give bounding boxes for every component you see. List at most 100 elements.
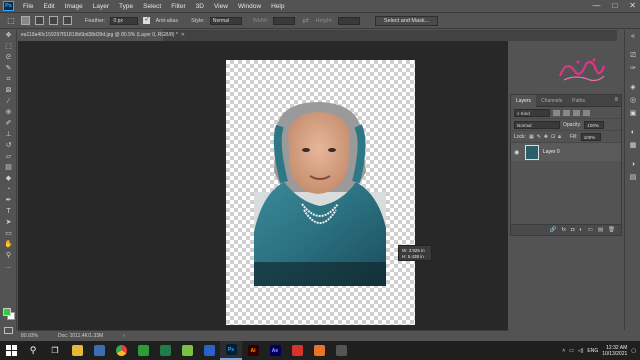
fill-input[interactable]: 100% [580, 132, 601, 141]
history-panel-icon[interactable]: ⎚ [625, 49, 640, 62]
menu-filter[interactable]: Filter [166, 3, 190, 10]
menu-image[interactable]: Image [60, 3, 88, 10]
menu-window[interactable]: Window [233, 3, 266, 10]
menu-select[interactable]: Select [138, 3, 166, 10]
layers-panel-icon[interactable]: ◈ [625, 81, 640, 94]
layer-style-icon[interactable]: fx [562, 227, 566, 233]
width-input[interactable] [273, 16, 296, 25]
language-indicator[interactable]: ENG [587, 348, 598, 354]
shape-filter-icon[interactable] [583, 109, 590, 116]
channels-panel-icon[interactable]: ◎ [625, 94, 640, 107]
menu-3d[interactable]: 3D [191, 3, 209, 10]
app-blue-button[interactable] [198, 341, 220, 360]
properties-panel-icon[interactable]: ▤ [625, 171, 640, 184]
lock-paint-icon[interactable]: ✎ [537, 134, 541, 140]
more-tools-icon[interactable]: … [0, 261, 17, 272]
menu-file[interactable]: File [18, 3, 38, 10]
lock-all-icon[interactable]: 🔒︎ [558, 134, 561, 140]
quick-mask-icon[interactable] [4, 327, 13, 334]
network-icon[interactable]: ▭ [569, 348, 574, 354]
app-green2-button[interactable] [154, 341, 176, 360]
intersect-selection-button[interactable] [63, 16, 72, 25]
opacity-input[interactable]: 100% [584, 120, 605, 129]
quick-select-tool-icon[interactable]: ✎ [0, 63, 17, 74]
lock-pixels-icon[interactable]: ▦ [529, 134, 534, 140]
marquee-tool-icon[interactable]: ⬚ [6, 16, 16, 26]
adjustment-layer-icon[interactable]: ◐ [579, 227, 582, 233]
menu-help[interactable]: Help [266, 3, 289, 10]
path-select-tool-icon[interactable]: ➤ [0, 217, 17, 228]
add-mask-icon[interactable]: ◘ [571, 227, 574, 233]
pen-tool-icon[interactable]: ✒ [0, 195, 17, 206]
paths-panel-icon[interactable]: ▣ [625, 107, 640, 120]
canvas-area[interactable]: W: 3.925 in H: 5.438 in ✥ [18, 41, 508, 330]
lasso-tool-icon[interactable]: ᘓ [0, 52, 17, 63]
dodge-tool-icon[interactable]: ◔ [0, 184, 17, 195]
eyedropper-tool-icon[interactable]: ⁄ [0, 96, 17, 107]
after-effects-taskbar-button[interactable]: Ae [264, 341, 286, 360]
kind-filter-select[interactable]: ⌕ Kind [514, 108, 550, 117]
search-taskbar-button[interactable]: ⚲ [22, 341, 44, 360]
height-input[interactable] [337, 16, 360, 25]
visibility-eye-icon[interactable]: ◉ [514, 149, 521, 156]
layer-row[interactable]: ◉ Layer 0 [511, 143, 621, 161]
maximize-button[interactable]: □ [612, 1, 617, 10]
style-select[interactable]: Normal [209, 16, 242, 25]
adjustment-filter-icon[interactable] [563, 109, 570, 116]
store-button[interactable] [88, 341, 110, 360]
link-layers-icon[interactable]: 🔗 [550, 227, 557, 233]
new-selection-button[interactable] [21, 16, 30, 25]
tab-layers[interactable]: Layers [511, 94, 537, 107]
color-panel-icon[interactable]: ◐ [625, 126, 640, 139]
type-tool-icon[interactable]: T [0, 206, 17, 217]
panel-menu-icon[interactable]: ≡ [614, 97, 618, 103]
app-green-button[interactable] [132, 341, 154, 360]
menu-view[interactable]: View [209, 3, 233, 10]
type-filter-icon[interactable] [573, 109, 580, 116]
lock-position-icon[interactable]: ✥ [544, 134, 548, 140]
frame-tool-icon[interactable]: ⊠ [0, 85, 17, 96]
portrait-image[interactable] [254, 102, 386, 286]
menu-edit[interactable]: Edit [38, 3, 59, 10]
stamp-tool-icon[interactable]: ⊥ [0, 129, 17, 140]
layer-thumbnail[interactable] [525, 144, 539, 160]
anti-alias-checkbox[interactable]: ✓ [143, 17, 151, 24]
menu-type[interactable]: Type [114, 3, 138, 10]
eraser-tool-icon[interactable]: ▱ [0, 151, 17, 162]
notifications-icon[interactable]: ▢ [631, 348, 636, 354]
task-view-button[interactable]: ❐ [44, 341, 66, 360]
app-lime-button[interactable] [176, 341, 198, 360]
add-selection-button[interactable] [35, 16, 44, 25]
illustrator-taskbar-button[interactable]: Ai [242, 341, 264, 360]
swap-dimensions-icon[interactable]: ⇄ [300, 16, 310, 26]
menu-layer[interactable]: Layer [88, 3, 114, 10]
close-button[interactable]: ✕ [629, 1, 636, 10]
tray-chevron-icon[interactable]: ˄ [562, 348, 565, 354]
brush-panel-icon[interactable]: ✑ [625, 62, 640, 75]
swatches-panel-icon[interactable]: ▦ [625, 139, 640, 152]
start-button[interactable] [0, 341, 22, 360]
shape-tool-icon[interactable]: ▭ [0, 228, 17, 239]
delete-layer-icon[interactable]: 🗑 [608, 227, 615, 233]
chrome-button[interactable] [110, 341, 132, 360]
layer-name[interactable]: Layer 0 [543, 149, 560, 155]
app-orange-button[interactable] [308, 341, 330, 360]
subtract-selection-button[interactable] [49, 16, 58, 25]
close-tab-icon[interactable]: ✕ [181, 32, 185, 38]
healing-brush-icon[interactable]: ⊕ [0, 107, 17, 118]
select-and-mask-button[interactable]: Select and Mask... [374, 15, 439, 26]
move-tool-icon[interactable]: ✥ [0, 30, 17, 41]
app-dark-button[interactable] [330, 341, 352, 360]
new-layer-icon[interactable]: ▤ [598, 227, 603, 233]
hand-tool-icon[interactable]: ✋ [0, 239, 17, 250]
minimize-button[interactable]: — [592, 1, 600, 10]
crop-tool-icon[interactable]: ⌗ [0, 74, 17, 85]
new-group-icon[interactable]: ▭ [588, 227, 593, 233]
app-red-button[interactable] [286, 341, 308, 360]
pixel-filter-icon[interactable] [553, 109, 560, 116]
tab-channels[interactable]: Channels [536, 95, 567, 107]
volume-icon[interactable]: ◁) [578, 348, 584, 354]
blur-tool-icon[interactable]: ◆ [0, 173, 17, 184]
blend-mode-select[interactable]: Normal [514, 120, 560, 129]
lock-artboard-icon[interactable]: ⊡ [551, 134, 555, 140]
